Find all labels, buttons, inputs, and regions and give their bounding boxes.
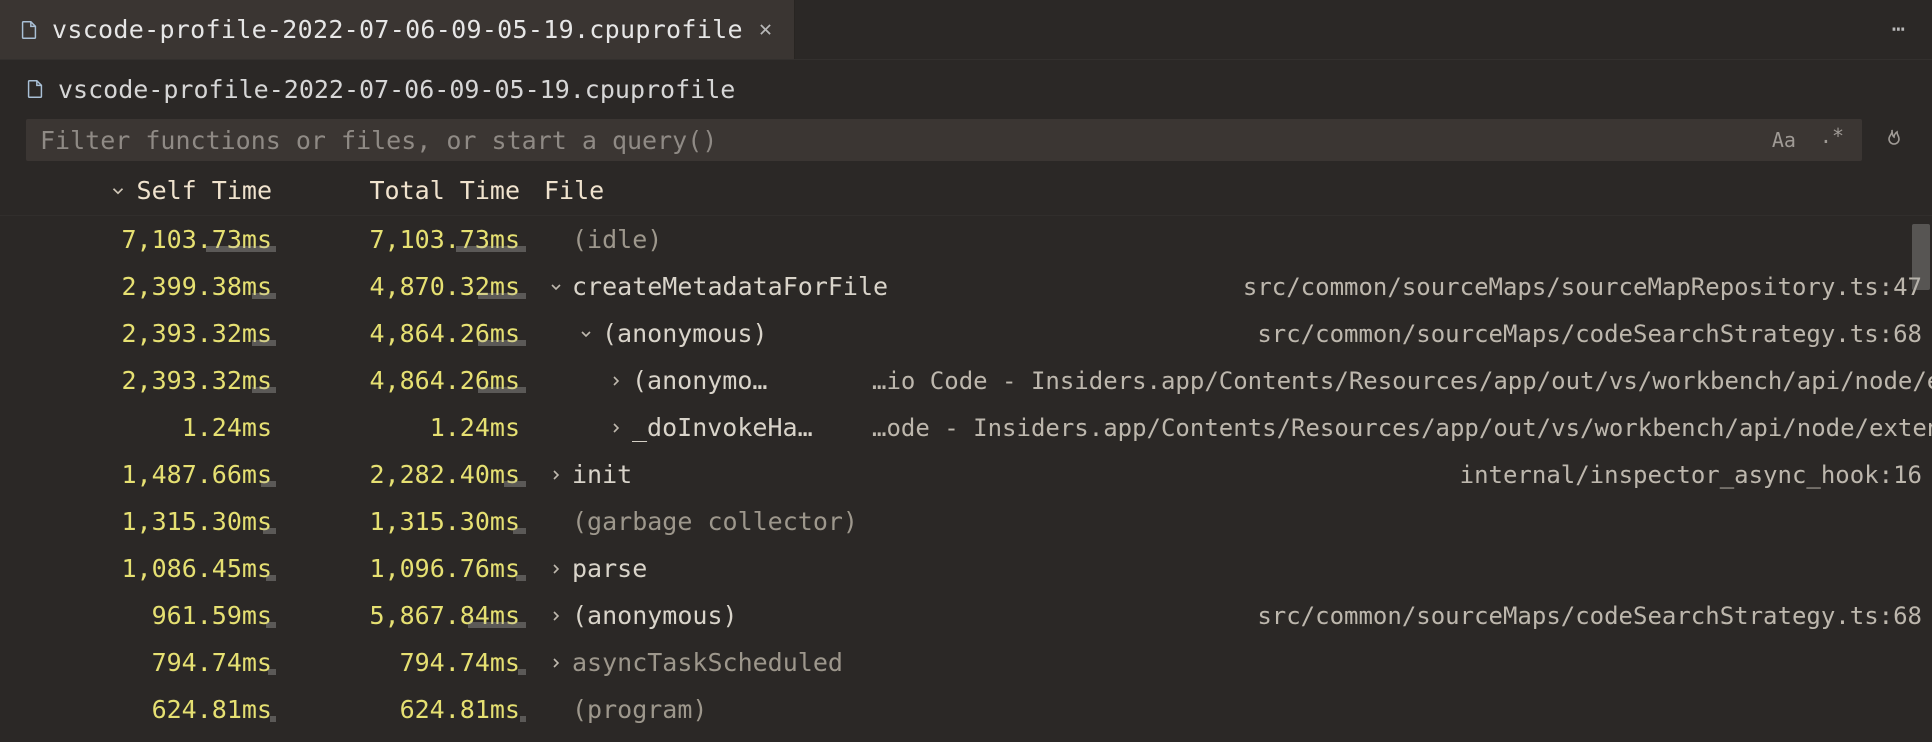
function-name: (garbage collector) (568, 507, 858, 536)
chevron-down-icon[interactable] (574, 326, 598, 342)
table-row[interactable]: 1,086.45ms1,096.76ms parse (0, 545, 1932, 592)
cell-total-time: 5,867.84ms (280, 601, 530, 630)
cell-self-time: 1,487.66ms (0, 460, 280, 489)
cell-total-time: 1,096.76ms (280, 554, 530, 583)
function-name: init (568, 460, 632, 489)
cell-self-time: 1.24ms (0, 413, 280, 442)
cell-total-time: 2,282.40ms (280, 460, 530, 489)
cell-total-time: 4,870.32ms (280, 272, 530, 301)
cell-total-time: 7,103.73ms (280, 225, 530, 254)
file-icon (18, 19, 40, 41)
column-self-time[interactable]: Self Time (0, 176, 280, 205)
cell-function: (anonymous) (530, 319, 1237, 348)
function-name: (anonymous) (598, 319, 768, 348)
cell-self-time: 794.74ms (0, 648, 280, 677)
filter-row: Aa .* (0, 114, 1932, 166)
cell-file-path[interactable]: internal/inspector_async_hook:16 (1440, 461, 1932, 489)
regex-toggle[interactable]: .* (1816, 120, 1848, 152)
function-name: (idle) (568, 225, 662, 254)
chevron-right-icon[interactable] (544, 655, 568, 671)
chevron-right-icon[interactable] (604, 420, 628, 436)
cell-function: (program) (530, 695, 1932, 724)
close-icon[interactable]: ✕ (755, 17, 776, 42)
cell-self-time: 1,315.30ms (0, 507, 280, 536)
table-row[interactable]: 1.24ms1.24ms _doInvokeHa… …ode - Insiders.… (0, 404, 1932, 451)
cell-function: init (530, 460, 1440, 489)
cell-self-time: 1,086.45ms (0, 554, 280, 583)
column-total-time-label: Total Time (369, 176, 520, 205)
cell-total-time: 624.81ms (280, 695, 530, 724)
cell-file-path[interactable]: src/common/sourceMaps/codeSearchStrategy… (1237, 320, 1932, 348)
function-name: (anonymo… (628, 366, 767, 395)
cell-total-time: 4,864.26ms (280, 366, 530, 395)
cell-file-path[interactable]: …ode - Insiders.app/Contents/Resources/a… (852, 414, 1932, 442)
table-row[interactable]: 2,399.38ms4,870.32ms createMetadataForFil… (0, 263, 1932, 310)
cell-total-time: 1.24ms (280, 413, 530, 442)
column-file[interactable]: File (530, 176, 1908, 205)
profile-table-body: 7,103.73ms7,103.73ms (idle) 2,399.38ms4,87… (0, 216, 1932, 733)
chevron-right-icon[interactable] (544, 608, 568, 624)
breadcrumb[interactable]: vscode-profile-2022-07-06-09-05-19.cpupr… (0, 60, 1932, 114)
flame-icon[interactable] (1876, 123, 1908, 157)
cell-total-time: 1,315.30ms (280, 507, 530, 536)
column-file-label: File (544, 176, 604, 205)
function-name: asyncTaskScheduled (568, 648, 843, 677)
file-icon (24, 78, 46, 100)
table-row[interactable]: 2,393.32ms4,864.26ms (anonymo… …io Code - … (0, 357, 1932, 404)
tab-title: vscode-profile-2022-07-06-09-05-19.cpupr… (52, 15, 743, 44)
cell-self-time: 2,393.32ms (0, 366, 280, 395)
cell-total-time: 4,864.26ms (280, 319, 530, 348)
function-name: _doInvokeHa… (628, 413, 813, 442)
breadcrumb-title: vscode-profile-2022-07-06-09-05-19.cpupr… (58, 75, 735, 104)
table-row[interactable]: 1,315.30ms1,315.30ms (garbage collector) (0, 498, 1932, 545)
cell-function: asyncTaskScheduled (530, 648, 1932, 677)
cell-file-path[interactable]: src/common/sourceMaps/codeSearchStrategy… (1237, 602, 1932, 630)
cell-function: (idle) (530, 225, 1932, 254)
filter-input[interactable] (26, 119, 1862, 161)
chevron-right-icon[interactable] (544, 467, 568, 483)
more-actions-icon[interactable]: ⋯ (1868, 17, 1932, 42)
chevron-down-icon (109, 182, 127, 200)
cell-self-time: 624.81ms (0, 695, 280, 724)
chevron-right-icon[interactable] (544, 561, 568, 577)
editor-tab[interactable]: vscode-profile-2022-07-06-09-05-19.cpupr… (0, 0, 795, 59)
chevron-down-icon[interactable] (544, 279, 568, 295)
cell-function: (anonymo… (530, 366, 852, 395)
cell-function: (anonymous) (530, 601, 1237, 630)
scrollbar-thumb[interactable] (1912, 224, 1930, 290)
table-row[interactable]: 2,393.32ms4,864.26ms (anonymous) src/commo… (0, 310, 1932, 357)
chevron-right-icon[interactable] (604, 373, 628, 389)
cell-function: _doInvokeHa… (530, 413, 852, 442)
table-row[interactable]: 624.81ms624.81ms (program) (0, 686, 1932, 733)
column-total-time[interactable]: Total Time (280, 176, 530, 205)
filter-controls: Aa .* (1768, 124, 1848, 156)
cell-file-path[interactable]: …io Code - Insiders.app/Contents/Resourc… (852, 367, 1932, 395)
function-name: parse (568, 554, 647, 583)
cell-file-path[interactable]: src/common/sourceMaps/sourceMapRepositor… (1223, 273, 1932, 301)
cell-self-time: 2,399.38ms (0, 272, 280, 301)
function-name: (anonymous) (568, 601, 738, 630)
match-case-toggle[interactable]: Aa (1768, 124, 1800, 156)
table-row[interactable]: 961.59ms5,867.84ms (anonymous) src/common/… (0, 592, 1932, 639)
cell-self-time: 2,393.32ms (0, 319, 280, 348)
tab-bar: vscode-profile-2022-07-06-09-05-19.cpupr… (0, 0, 1932, 60)
cell-function: parse (530, 554, 1932, 583)
cell-function: (garbage collector) (530, 507, 1932, 536)
table-row[interactable]: 1,487.66ms2,282.40ms init internal/inspect… (0, 451, 1932, 498)
function-name: createMetadataForFile (568, 272, 888, 301)
cell-self-time: 7,103.73ms (0, 225, 280, 254)
column-header-row: Self Time Total Time File (0, 166, 1932, 216)
table-row[interactable]: 7,103.73ms7,103.73ms (idle) (0, 216, 1932, 263)
cell-total-time: 794.74ms (280, 648, 530, 677)
column-self-time-label: Self Time (137, 176, 272, 205)
cell-self-time: 961.59ms (0, 601, 280, 630)
function-name: (program) (568, 695, 707, 724)
table-row[interactable]: 794.74ms794.74ms asyncTaskScheduled (0, 639, 1932, 686)
cell-function: createMetadataForFile (530, 272, 1223, 301)
